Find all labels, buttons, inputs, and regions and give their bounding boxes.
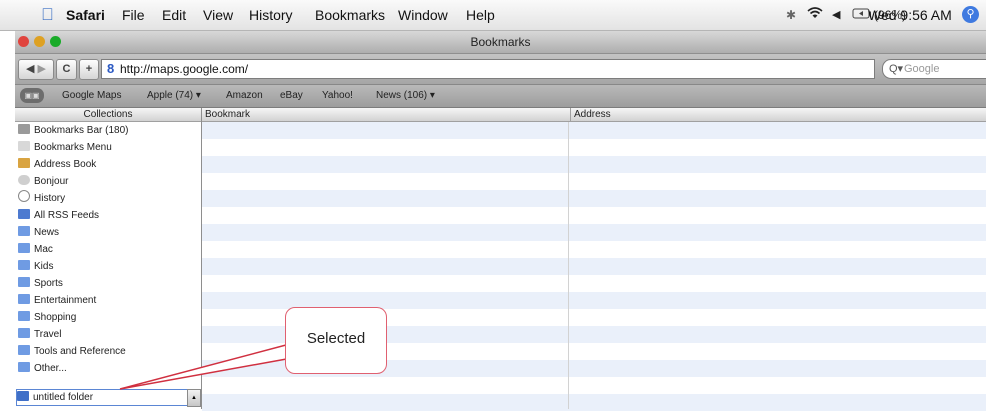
selected-callout: Selected — [285, 307, 387, 374]
url-input[interactable] — [120, 61, 860, 76]
apple-icon[interactable]:  — [41, 6, 54, 24]
collection-other[interactable]: Other... — [18, 360, 198, 377]
column-divider — [568, 122, 569, 409]
google-favicon-icon: 8 — [107, 61, 115, 76]
bonjour-icon — [18, 175, 30, 185]
table-row — [202, 224, 986, 241]
collection-all-rss-feeds[interactable]: All RSS Feeds — [18, 207, 198, 224]
menu-edit[interactable]: Edit — [162, 6, 186, 24]
menu-help[interactable]: Help — [466, 6, 495, 24]
rss-icon — [18, 209, 30, 219]
bookmark-apple-folder[interactable]: Apple (74) ▾ — [147, 89, 201, 103]
window-title-bar: Bookmarks — [15, 31, 986, 54]
reload-icon: C — [62, 63, 71, 75]
wifi-icon[interactable] — [807, 6, 823, 24]
folder-icon — [18, 294, 30, 304]
bookmark-yahoo[interactable]: Yahoo! — [322, 89, 353, 103]
table-row — [202, 275, 986, 292]
collection-untitled-folder[interactable]: untitled folder — [16, 389, 189, 406]
bookmarks-view: Collections Bookmarks Bar (180) Bookmark… — [15, 108, 986, 411]
folder-icon — [18, 328, 30, 338]
table-row — [202, 258, 986, 275]
collection-bookmarks-bar[interactable]: Bookmarks Bar (180) — [18, 122, 198, 139]
table-row — [202, 241, 986, 258]
collections-header[interactable]: Collections — [15, 108, 201, 122]
table-row — [202, 207, 986, 224]
table-row — [202, 190, 986, 207]
bookmarks-bar: ▣▣ Google Maps Apple (74) ▾ Amazon eBay … — [15, 85, 986, 108]
table-row — [202, 139, 986, 156]
table-row — [202, 122, 986, 139]
collection-history[interactable]: History — [18, 190, 198, 207]
collection-news[interactable]: News — [18, 224, 198, 241]
collection-bookmarks-menu[interactable]: Bookmarks Menu — [18, 139, 198, 156]
folder-icon — [18, 243, 30, 253]
collections-sidebar: Collections Bookmarks Bar (180) Bookmark… — [15, 108, 202, 409]
search-icon[interactable]: Q▾ — [889, 60, 903, 78]
folder-icon — [17, 391, 29, 401]
toolbar: ◀ ▶ C + 8 Q▾ — [15, 54, 986, 85]
forward-arrow-icon[interactable]: ▶ — [38, 63, 46, 75]
collection-travel[interactable]: Travel — [18, 326, 198, 343]
address-book-icon — [18, 158, 30, 168]
menu-bar:  Safari File Edit View History Bookmark… — [0, 0, 986, 31]
bookmark-news-folder[interactable]: News (106) ▾ — [376, 89, 435, 103]
collection-entertainment[interactable]: Entertainment — [18, 292, 198, 309]
bluetooth-icon[interactable]: ✱ — [786, 6, 796, 24]
spotlight-icon[interactable]: ⚲ — [962, 6, 979, 23]
folder-icon — [18, 311, 30, 321]
folder-icon — [18, 226, 30, 236]
back-arrow-icon[interactable]: ◀ — [26, 63, 34, 75]
table-row — [202, 377, 986, 394]
column-header-bookmark[interactable]: Bookmark — [202, 108, 571, 122]
clock-icon — [18, 190, 30, 202]
collection-address-book[interactable]: Address Book — [18, 156, 198, 173]
menu-safari[interactable]: Safari — [66, 6, 105, 24]
menu-bookmarks[interactable]: Bookmarks — [315, 6, 385, 24]
bookmark-ebay[interactable]: eBay — [280, 89, 303, 103]
menu-history[interactable]: History — [249, 6, 293, 24]
back-forward-buttons[interactable]: ◀ ▶ — [18, 59, 54, 80]
column-header-address[interactable]: Address — [571, 108, 986, 122]
bookmarks-bar-icon — [18, 124, 30, 134]
add-bookmark-button[interactable]: + — [79, 59, 99, 80]
menu-window[interactable]: Window — [398, 6, 448, 24]
search-field[interactable]: Q▾ — [882, 59, 986, 79]
bookmarks-menu-icon — [18, 141, 30, 151]
folder-icon — [18, 362, 30, 372]
collection-sports[interactable]: Sports — [18, 275, 198, 292]
open-book-icon[interactable]: ▣▣ — [20, 88, 44, 103]
search-input[interactable] — [904, 61, 984, 76]
collection-mac[interactable]: Mac — [18, 241, 198, 258]
volume-icon[interactable]: ◀ — [832, 6, 840, 24]
window-title: Bookmarks — [470, 35, 531, 49]
table-row — [202, 173, 986, 190]
collection-bonjour[interactable]: Bonjour — [18, 173, 198, 190]
bookmark-google-maps[interactable]: Google Maps — [62, 89, 121, 103]
collection-tools-and-reference[interactable]: Tools and Reference — [18, 343, 198, 360]
table-row — [202, 156, 986, 173]
collection-shopping[interactable]: Shopping — [18, 309, 198, 326]
collection-kids[interactable]: Kids — [18, 258, 198, 275]
folder-icon — [18, 260, 30, 270]
resize-handle[interactable]: ▲ — [187, 389, 201, 407]
folder-icon — [18, 345, 30, 355]
bookmark-amazon[interactable]: Amazon — [226, 89, 263, 103]
reload-button[interactable]: C — [56, 59, 77, 80]
clock[interactable]: Wed 9:56 AM — [868, 6, 952, 24]
folder-icon — [18, 277, 30, 287]
plus-icon: + — [85, 63, 93, 75]
menu-file[interactable]: File — [122, 6, 145, 24]
address-bar[interactable]: 8 — [101, 59, 875, 79]
table-row — [202, 394, 986, 411]
menu-view[interactable]: View — [203, 6, 233, 24]
callout-text: Selected — [306, 330, 366, 347]
